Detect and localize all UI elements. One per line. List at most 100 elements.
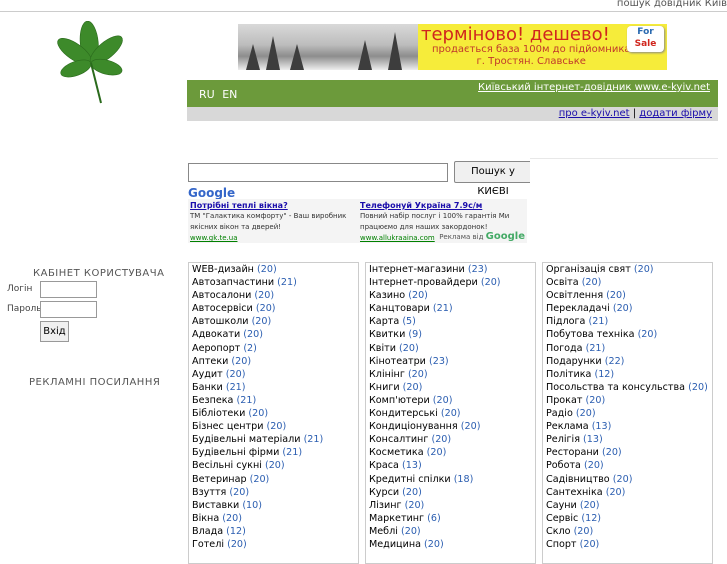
category-link[interactable]: Кінотеатри (23) xyxy=(366,355,535,368)
category-link[interactable]: Садівництво (20) xyxy=(543,473,712,486)
category-name: Комп'ютери xyxy=(369,394,430,406)
search-button[interactable]: Пошук у КИЄВІ xyxy=(454,161,532,197)
category-link[interactable]: Банки (21) xyxy=(189,381,358,394)
category-link[interactable]: Релігія (13) xyxy=(543,433,712,446)
category-link[interactable]: Весільні сукні (20) xyxy=(189,459,358,472)
category-count: (13) xyxy=(402,460,422,472)
category-link[interactable]: Автосалони (20) xyxy=(189,289,358,302)
category-link[interactable]: Книги (20) xyxy=(366,381,535,394)
category-link[interactable]: Інтернет-магазини (23) xyxy=(366,263,535,276)
google-ad-1[interactable]: Потрібні теплі вікна? ТМ "Галактика комф… xyxy=(190,200,355,244)
category-link[interactable]: Бізнес центри (20) xyxy=(189,420,358,433)
site-title-link[interactable]: Київський інтернет-довідник www.e-kyiv.n… xyxy=(478,82,710,93)
category-link[interactable]: Погода (21) xyxy=(543,342,712,355)
category-link[interactable]: Автосервіси (20) xyxy=(189,302,358,315)
category-link[interactable]: Влада (12) xyxy=(189,525,358,538)
category-link[interactable]: Інтернет-провайдери (20) xyxy=(366,276,535,289)
category-count: (21) xyxy=(432,303,453,315)
category-link[interactable]: Меблі (20) xyxy=(366,525,535,538)
category-link[interactable]: Вікна (20) xyxy=(189,512,358,525)
category-link[interactable]: Краса (13) xyxy=(366,459,535,472)
category-count: (20) xyxy=(605,486,626,498)
category-link[interactable]: Сауни (20) xyxy=(543,499,712,512)
category-link[interactable]: Автозапчастини (21) xyxy=(189,276,358,289)
category-count: (21) xyxy=(282,447,303,459)
category-link[interactable]: Ресторани (20) xyxy=(543,446,712,459)
category-link[interactable]: Адвокати (20) xyxy=(189,328,358,341)
category-link[interactable]: Канцтовари (21) xyxy=(366,302,535,315)
category-count: (20) xyxy=(480,277,501,289)
category-link[interactable]: Виставки (10) xyxy=(189,499,358,512)
category-link[interactable]: Підлога (21) xyxy=(543,315,712,328)
category-count: (20) xyxy=(231,355,252,367)
category-name: Релігія xyxy=(546,434,580,446)
login-label: Логін xyxy=(7,284,33,294)
category-name: Підлога xyxy=(546,316,586,328)
category-link[interactable]: Бібліотеки (20) xyxy=(189,407,358,420)
category-link[interactable]: Безпека (21) xyxy=(189,394,358,407)
category-link[interactable]: Кредитні спілки (18) xyxy=(366,473,535,486)
category-count: (20) xyxy=(688,381,708,393)
category-link[interactable]: Квитки (9) xyxy=(366,328,535,341)
category-link[interactable]: Політика (12) xyxy=(543,368,712,381)
ad-1-url[interactable]: www.gk.te.ua xyxy=(190,233,355,244)
category-link[interactable]: Реклама (13) xyxy=(543,420,712,433)
category-link[interactable]: Перекладачі (20) xyxy=(543,302,712,315)
ad-2-title[interactable]: Телефонуй Україна 7.9с/м xyxy=(360,200,525,211)
ads-google-brand: Google xyxy=(485,231,525,242)
category-link[interactable]: Робота (20) xyxy=(543,459,712,472)
category-name: Кондитерські xyxy=(369,408,438,420)
category-link[interactable]: Ветеринар (20) xyxy=(189,473,358,486)
category-count: (20) xyxy=(243,329,263,341)
category-link[interactable]: Подарунки (22) xyxy=(543,355,712,368)
ads-by-google[interactable]: Реклама від Google xyxy=(439,231,525,242)
password-field[interactable] xyxy=(40,301,97,318)
category-count: (20) xyxy=(255,303,276,315)
category-link[interactable]: Аеропорт (2) xyxy=(189,342,358,355)
category-link[interactable]: Квіти (20) xyxy=(366,342,535,355)
category-link[interactable]: Карта (5) xyxy=(366,315,535,328)
category-link[interactable]: Посольства та консульства (20) xyxy=(543,381,712,394)
chestnut-leaf-logo[interactable] xyxy=(54,21,128,105)
lang-ru-link[interactable]: RU xyxy=(199,88,215,101)
category-link[interactable]: Будівельні матеріали (21) xyxy=(189,433,358,446)
category-link[interactable]: Побутова техніка (20) xyxy=(543,328,712,341)
category-link[interactable]: Косметика (20) xyxy=(366,446,535,459)
category-link[interactable]: Маркетинг (6) xyxy=(366,512,535,525)
category-link[interactable]: Кондиціонування (20) xyxy=(366,420,535,433)
password-label: Пароль xyxy=(7,304,42,314)
category-link[interactable]: Аудит (20) xyxy=(189,368,358,381)
category-link[interactable]: Автошколи (20) xyxy=(189,315,358,328)
category-link[interactable]: Організація свят (20) xyxy=(543,263,712,276)
ad-2-desc: Повний набір послуг і 100% гарантія Ми п… xyxy=(360,212,510,231)
add-company-link[interactable]: додати фірму xyxy=(639,108,712,119)
category-link[interactable]: Сантехніка (20) xyxy=(543,486,712,499)
category-link[interactable]: Скло (20) xyxy=(543,525,712,538)
ad-banner[interactable]: терміново! дешево! продається база 100м … xyxy=(238,24,667,70)
category-link[interactable]: Клінінг (20) xyxy=(366,368,535,381)
category-link[interactable]: Курси (20) xyxy=(366,486,535,499)
login-field[interactable] xyxy=(40,281,97,298)
search-input[interactable] xyxy=(188,163,448,182)
about-link[interactable]: про e-kyiv.net xyxy=(559,108,630,119)
category-link[interactable]: Взуття (20) xyxy=(189,486,358,499)
category-link[interactable]: WEB-дизайн (20) xyxy=(189,263,358,276)
category-link[interactable]: Освітлення (20) xyxy=(543,289,712,302)
category-count: (20) xyxy=(601,447,622,459)
ad-1-title[interactable]: Потрібні теплі вікна? xyxy=(190,200,355,211)
category-link[interactable]: Радіо (20) xyxy=(543,407,712,420)
category-link[interactable]: Аптеки (20) xyxy=(189,355,358,368)
category-link[interactable]: Кондитерські (20) xyxy=(366,407,535,420)
category-link[interactable]: Консалтинг (20) xyxy=(366,433,535,446)
category-link[interactable]: Прокат (20) xyxy=(543,394,712,407)
category-name: Бізнес центри xyxy=(192,421,264,433)
login-button[interactable]: Вхід xyxy=(40,321,69,342)
category-link[interactable]: Казино (20) xyxy=(366,289,535,302)
lang-en-link[interactable]: EN xyxy=(222,88,237,101)
category-link[interactable]: Лізинг (20) xyxy=(366,499,535,512)
category-link[interactable]: Освіта (20) xyxy=(543,276,712,289)
category-link[interactable]: Будівельні фірми (21) xyxy=(189,446,358,459)
category-link[interactable]: Комп'ютери (20) xyxy=(366,394,535,407)
category-name: Сауни xyxy=(546,499,577,511)
category-link[interactable]: Сервіс (12) xyxy=(543,512,712,525)
